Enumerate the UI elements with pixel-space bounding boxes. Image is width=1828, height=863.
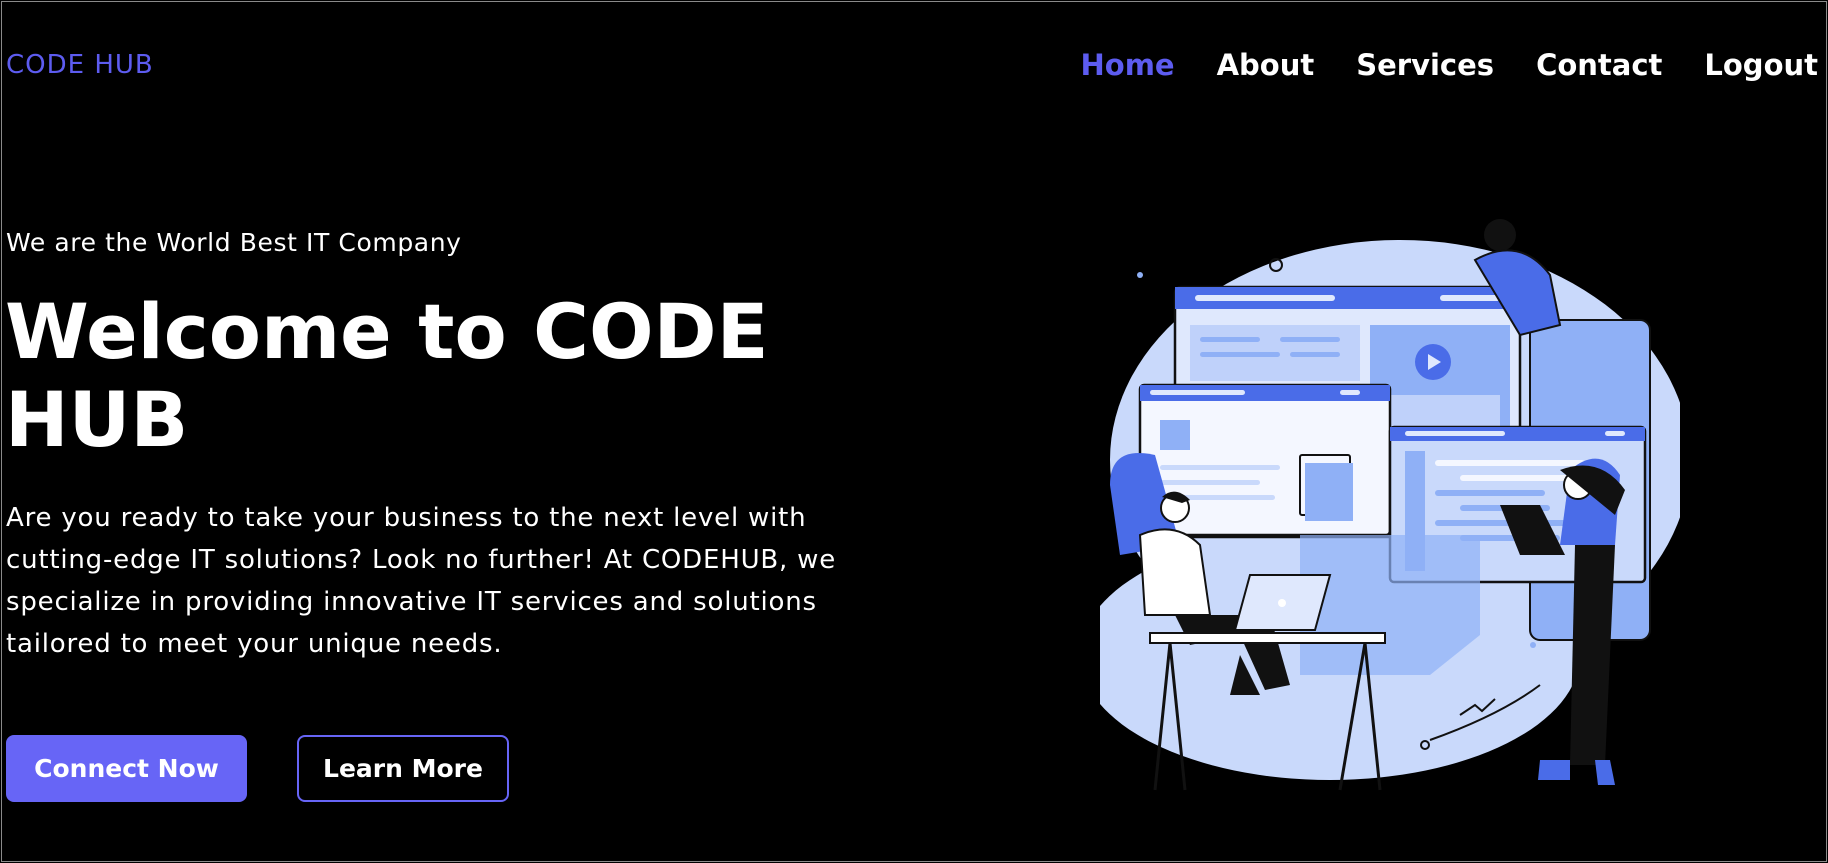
learn-more-button[interactable]: Learn More [297, 735, 509, 802]
nav-home[interactable]: Home [1081, 48, 1175, 82]
nav-about[interactable]: About [1217, 48, 1315, 82]
main-nav: Home About Services Contact Logout [1081, 48, 1819, 82]
hero-description: Are you ready to take your business to t… [6, 503, 837, 659]
team-working-illustration [1100, 219, 1680, 791]
nav-contact[interactable]: Contact [1536, 48, 1662, 82]
nav-logout[interactable]: Logout [1704, 48, 1818, 82]
hero-tagline: We are the World Best IT Company [6, 228, 462, 257]
hero-title: Welcome to CODE HUB [5, 287, 769, 464]
site-logo[interactable]: CODE HUB [6, 50, 154, 80]
nav-services[interactable]: Services [1356, 48, 1494, 82]
connect-now-button[interactable]: Connect Now [6, 735, 247, 802]
